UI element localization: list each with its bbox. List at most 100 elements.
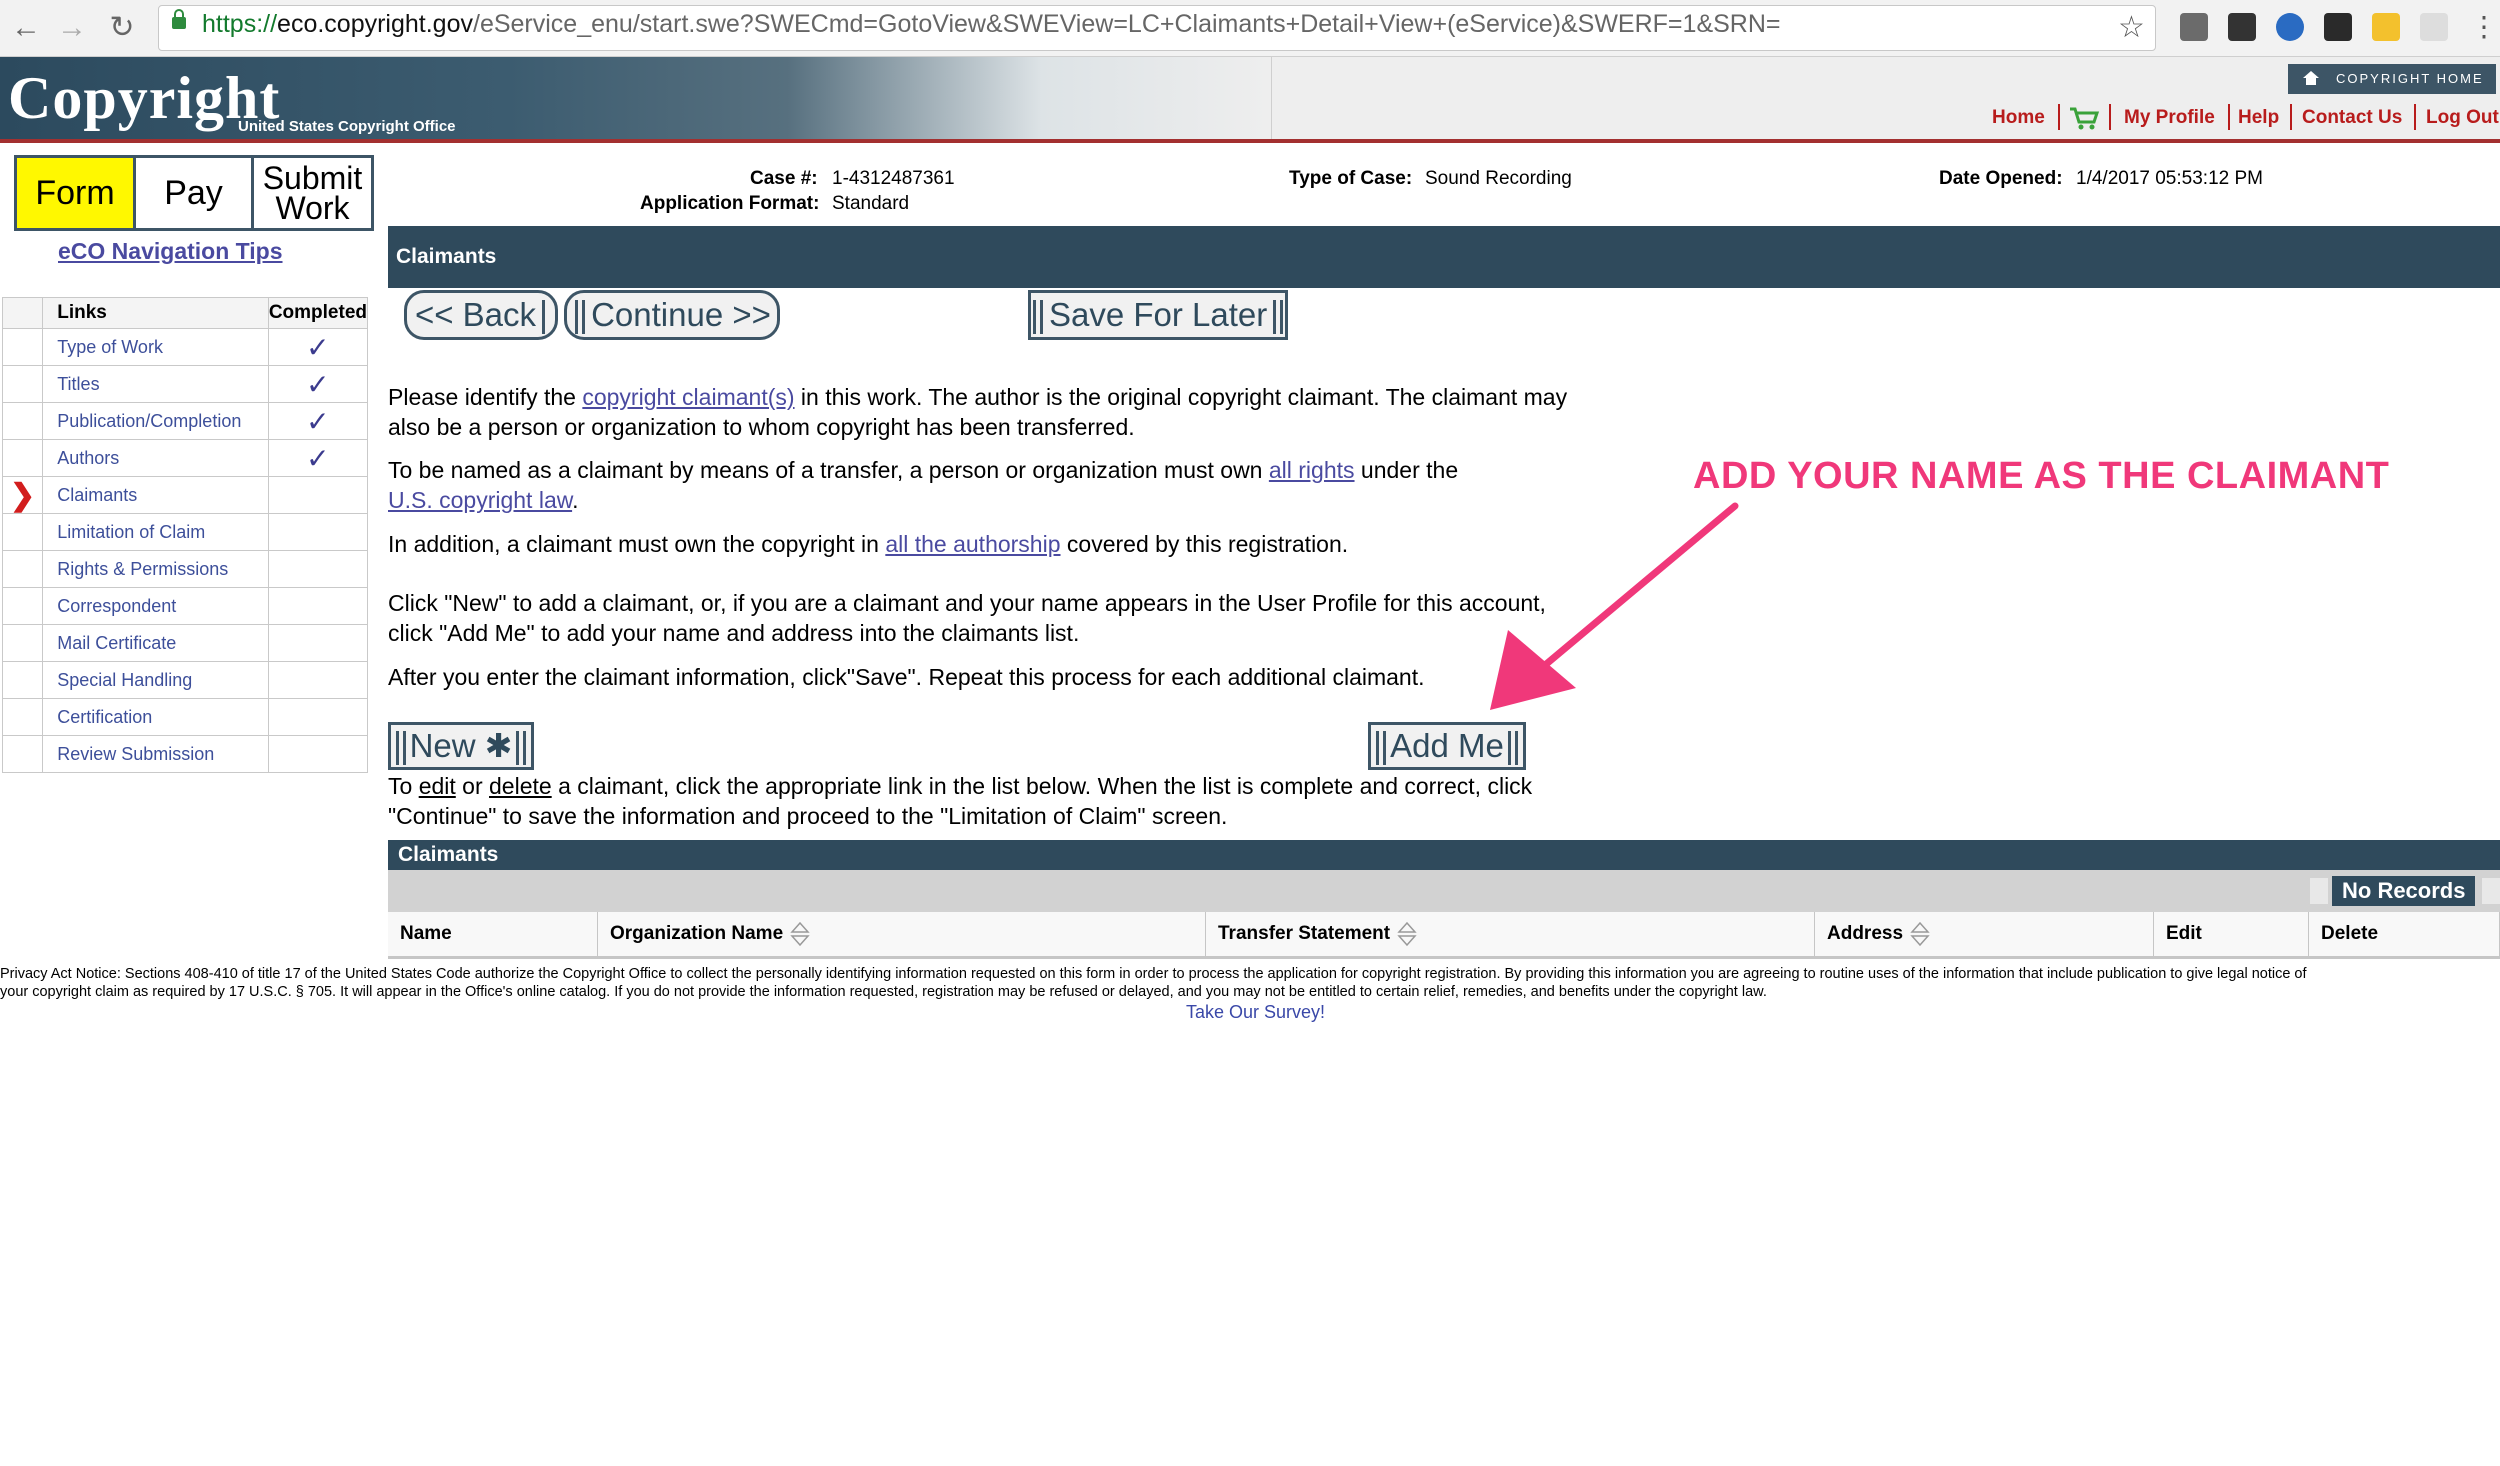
tab-submit-line1: Submit: [262, 160, 363, 196]
completed-cell: [267, 624, 369, 662]
link-certification[interactable]: Certification: [42, 698, 269, 736]
link-row-mail-certificate: Mail Certificate: [1, 624, 369, 662]
claimants-list-toolbar: [388, 870, 2500, 912]
type-of-case-label: Type of Case:: [1289, 168, 1413, 189]
logo-subtitle: United States Copyright Office: [238, 118, 456, 135]
case-number-label: Case #:: [750, 168, 818, 189]
links-table-header: Links Completed: [1, 297, 369, 329]
survey-link[interactable]: Take Our Survey!: [1186, 1002, 1325, 1023]
url-text[interactable]: https://eco.copyright.gov/eService_enu/s…: [202, 10, 1781, 39]
link-row-rights: Rights & Permissions: [1, 550, 369, 588]
note-icon[interactable]: [2372, 13, 2400, 41]
add-me-button[interactable]: Add Me: [1368, 722, 1526, 770]
edit-word: edit: [418, 773, 456, 799]
next-page-icon[interactable]: [2482, 878, 2500, 904]
link-review-submission[interactable]: Review Submission: [42, 735, 269, 773]
sort-icon[interactable]: [1909, 920, 1931, 948]
edit-delete-paragraph: To edit or delete a claimant, click the …: [388, 773, 1533, 829]
type-of-case-value: Sound Recording: [1425, 168, 1572, 189]
sort-icon[interactable]: [789, 920, 811, 948]
col-name[interactable]: Name: [388, 912, 598, 959]
header-divider: [1271, 57, 1272, 141]
link-row-claimants: ❯ Claimants: [1, 476, 369, 514]
link-separator: [2228, 104, 2230, 130]
extension-icon[interactable]: [2180, 13, 2208, 41]
forward-arrow-icon[interactable]: →: [52, 8, 92, 48]
completed-cell: [267, 513, 369, 551]
save-for-later-button[interactable]: Save For Later: [1028, 290, 1288, 340]
annotation-text: ADD YOUR NAME AS THE CLAIMANT: [1693, 455, 2390, 497]
prev-page-icon[interactable]: [2310, 878, 2328, 904]
copyright-claimants-link[interactable]: copyright claimant(s): [582, 384, 794, 410]
log-out-link[interactable]: Log Out: [2426, 107, 2499, 129]
back-button[interactable]: << Back: [404, 290, 558, 340]
col-address[interactable]: Address: [1814, 912, 2154, 959]
sort-icon[interactable]: [1396, 920, 1418, 948]
claimants-table: Name Organization Name Transfer Statemen…: [388, 912, 2500, 959]
link-correspondent[interactable]: Correspondent: [42, 587, 269, 625]
new-button-label: New ✱: [409, 727, 513, 764]
link-titles[interactable]: Titles: [42, 365, 269, 403]
link-claimants[interactable]: Claimants: [42, 476, 269, 514]
layers-icon[interactable]: [2228, 13, 2256, 41]
new-claimant-button[interactable]: New ✱: [388, 722, 534, 770]
link-separator: [2414, 104, 2416, 130]
tab-form[interactable]: Form: [17, 158, 136, 228]
link-row-publication: Publication/Completion ✓: [1, 402, 369, 440]
save-for-later-label: Save For Later: [1049, 296, 1268, 333]
continue-button-label: Continue >>: [591, 296, 771, 333]
authorship-paragraph: In addition, a claimant must own the cop…: [388, 531, 1349, 557]
link-publication-completion[interactable]: Publication/Completion: [42, 402, 269, 440]
check-icon: ✓: [267, 402, 369, 440]
link-limitation-of-claim[interactable]: Limitation of Claim: [42, 513, 269, 551]
link-separator: [2290, 104, 2292, 130]
link-row-correspondent: Correspondent: [1, 587, 369, 625]
col-organization-name[interactable]: Organization Name: [597, 912, 1206, 959]
checkbox-icon[interactable]: [2324, 13, 2352, 41]
link-type-of-work[interactable]: Type of Work: [42, 328, 269, 366]
chat-icon[interactable]: [2420, 13, 2448, 41]
date-opened-value: 1/4/2017 05:53:12 PM: [2076, 168, 2263, 189]
menu-icon[interactable]: ⋮: [2470, 10, 2498, 43]
completed-cell: [267, 698, 369, 736]
home-link[interactable]: Home: [1992, 107, 2045, 129]
star-icon[interactable]: ☆: [2118, 10, 2145, 45]
col-delete[interactable]: Delete: [2308, 912, 2500, 959]
us-copyright-law-link[interactable]: U.S. copyright law: [388, 487, 572, 513]
save-paragraph: After you enter the claimant information…: [388, 664, 1425, 690]
case-number-value: 1-4312487361: [832, 168, 955, 189]
cart-icon[interactable]: [2068, 106, 2100, 130]
completed-cell: [267, 661, 369, 699]
contact-us-link[interactable]: Contact Us: [2302, 107, 2402, 129]
tab-pay[interactable]: Pay: [136, 158, 254, 228]
completed-cell: [267, 587, 369, 625]
link-mail-certificate[interactable]: Mail Certificate: [42, 624, 269, 662]
help-link[interactable]: Help: [2238, 107, 2279, 129]
reload-icon[interactable]: ↻: [102, 8, 142, 48]
header-rule: [0, 139, 2500, 143]
privacy-notice: Privacy Act Notice: Sections 408-410 of …: [0, 965, 2500, 1001]
link-row-type-of-work: Type of Work ✓: [1, 328, 369, 366]
all-the-authorship-link[interactable]: all the authorship: [885, 531, 1060, 557]
navigation-tips-link[interactable]: eCO Navigation Tips: [58, 238, 283, 265]
link-row-authors: Authors ✓: [1, 439, 369, 477]
back-arrow-icon[interactable]: ←: [6, 8, 46, 48]
link-special-handling[interactable]: Special Handling: [42, 661, 269, 699]
back-button-label: << Back: [414, 296, 537, 333]
link-rights-permissions[interactable]: Rights & Permissions: [42, 550, 269, 588]
eye-icon[interactable]: [2276, 13, 2304, 41]
tab-submit-work[interactable]: Submit Work: [254, 158, 371, 233]
continue-button[interactable]: Continue >>: [564, 290, 780, 340]
my-profile-link[interactable]: My Profile: [2124, 107, 2215, 129]
application-format-label: Application Format:: [640, 193, 820, 214]
date-opened-label: Date Opened:: [1939, 168, 2063, 189]
link-authors[interactable]: Authors: [42, 439, 269, 477]
all-rights-link[interactable]: all rights: [1269, 457, 1355, 483]
header-blank: [1, 297, 44, 329]
col-transfer-statement[interactable]: Transfer Statement: [1205, 912, 1815, 959]
completed-cell: [267, 735, 369, 773]
col-edit[interactable]: Edit: [2153, 912, 2309, 959]
link-separator: [2058, 104, 2060, 130]
transfer-paragraph: To be named as a claimant by means of a …: [388, 457, 1459, 513]
copyright-home-button[interactable]: COPYRIGHT HOME: [2288, 64, 2496, 94]
